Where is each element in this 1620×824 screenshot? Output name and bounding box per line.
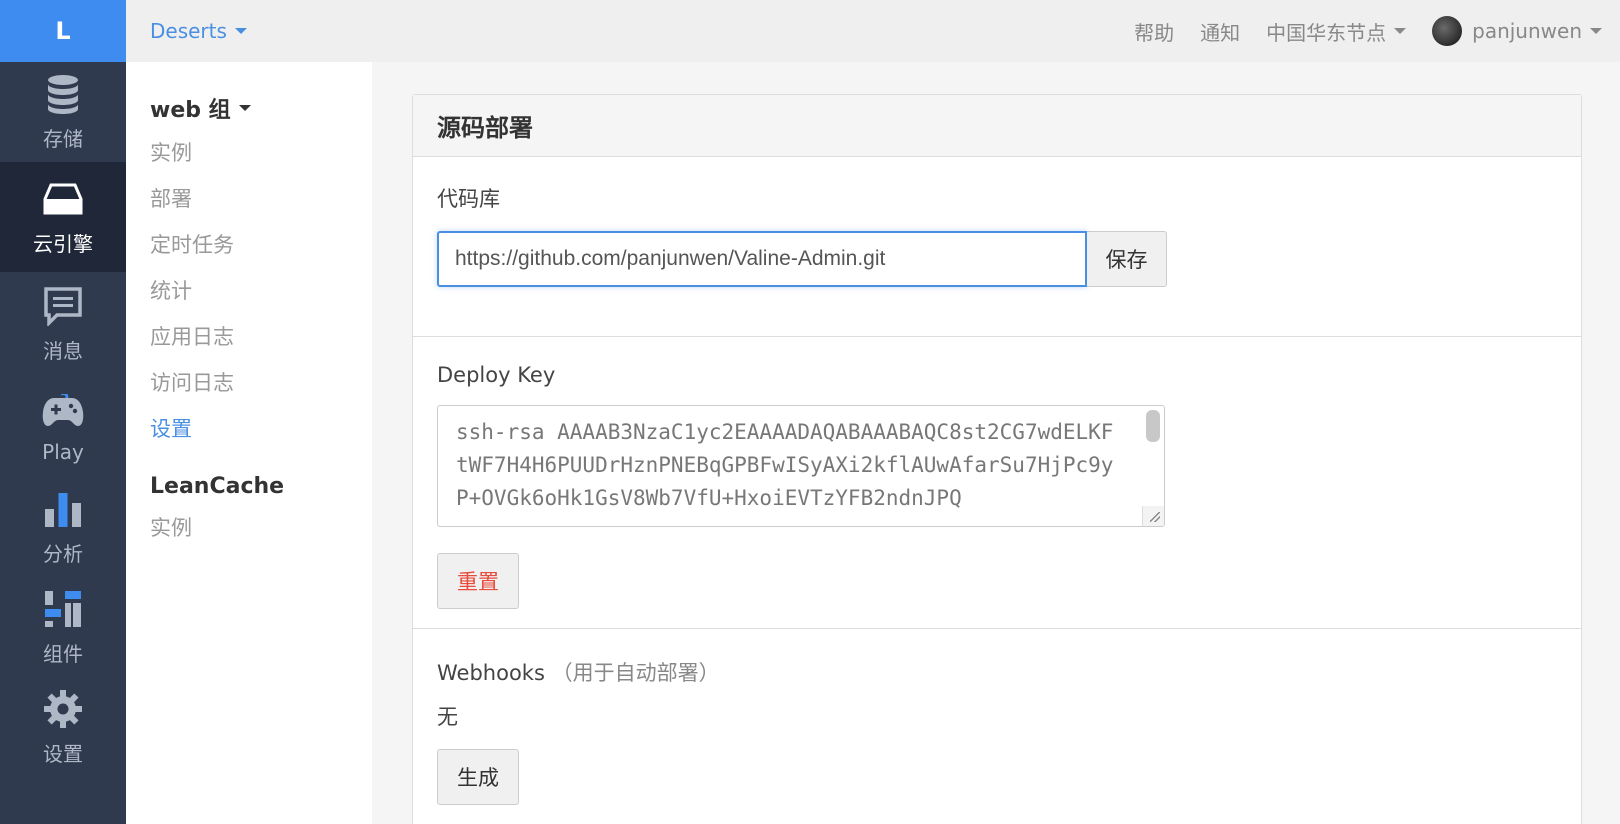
repo-label: 代码库 <box>437 187 500 211</box>
gear-icon <box>42 688 84 730</box>
scrollbar-thumb[interactable] <box>1146 410 1160 442</box>
deploy-key-text: ssh-rsa AAAAB3NzaC1yc2EAAAADAQABAAABAQC8… <box>456 420 1114 510</box>
subnav-item-app-logs[interactable]: 应用日志 <box>150 314 372 360</box>
rail-label: 组件 <box>43 641 83 666</box>
rail-item-settings[interactable]: 设置 <box>0 677 126 777</box>
caret-down-icon <box>238 105 251 111</box>
user-menu[interactable]: panjunwen <box>1432 16 1602 46</box>
repo-input-group: 保存 <box>437 231 1557 287</box>
help-link[interactable]: 帮助 <box>1134 17 1174 46</box>
rail-label: Play <box>42 440 84 464</box>
subnav-item-leancache-instances[interactable]: 实例 <box>150 505 372 551</box>
region-label: 中国华东节点 <box>1266 20 1387 45</box>
webhooks-value: 无 <box>437 705 458 729</box>
save-button[interactable]: 保存 <box>1087 231 1167 287</box>
caret-down-icon <box>1394 28 1407 34</box>
components-icon <box>42 588 84 630</box>
notify-link[interactable]: 通知 <box>1200 17 1240 46</box>
avatar <box>1432 16 1463 46</box>
bar-chart-icon <box>42 488 84 530</box>
webhooks-hint: （用于自动部署） <box>551 661 720 685</box>
top-right-nav: 帮助 通知 中国华东节点 panjunwen <box>1108 16 1620 46</box>
rail-label: 设置 <box>43 741 83 766</box>
server-icon <box>42 178 84 220</box>
rail-item-analytics[interactable]: 分析 <box>0 477 126 577</box>
deploy-key-label: Deploy Key <box>437 363 556 387</box>
panel-title: 源码部署 <box>413 95 1581 157</box>
main-content: 源码部署 代码库 保存 Deploy Key ssh-rsa AAAAB3Nza… <box>372 62 1620 824</box>
subnav-item-stats[interactable]: 统计 <box>150 268 372 314</box>
message-icon <box>42 285 84 327</box>
source-deploy-panel: 源码部署 代码库 保存 Deploy Key ssh-rsa AAAAB3Nza… <box>412 94 1582 824</box>
caret-down-icon <box>234 28 247 34</box>
reset-button[interactable]: 重置 <box>437 553 519 609</box>
region-switcher[interactable]: 中国华东节点 <box>1266 17 1407 46</box>
rail-item-storage[interactable]: 存储 <box>0 62 126 162</box>
app-name: Deserts <box>150 19 227 43</box>
rail-label: 存储 <box>43 126 83 151</box>
webhooks-section: Webhooks （用于自动部署） 无 生成 <box>413 629 1581 805</box>
resize-handle-icon[interactable] <box>1142 506 1164 526</box>
top-bar: Deserts 帮助 通知 中国华东节点 panjunwen <box>126 0 1620 62</box>
group-title-leancache: LeanCache <box>150 474 285 499</box>
repo-url-input[interactable] <box>437 231 1087 287</box>
rail-label: 消息 <box>43 339 83 363</box>
group-switcher-web[interactable]: web 组 <box>150 92 372 124</box>
database-icon <box>42 73 84 115</box>
webhooks-title: Webhooks <box>437 661 545 685</box>
rail-item-cloud-engine[interactable]: 云引擎 <box>0 162 126 272</box>
rail-item-message[interactable]: 消息 <box>0 272 126 377</box>
group-title: web 组 <box>150 98 231 123</box>
gamepad-icon <box>42 390 84 432</box>
generate-button[interactable]: 生成 <box>437 749 519 805</box>
username: panjunwen <box>1472 19 1582 43</box>
logo[interactable]: L <box>0 0 126 62</box>
deploy-key-textarea[interactable]: ssh-rsa AAAAB3NzaC1yc2EAAAADAQABAAABAQC8… <box>437 405 1165 527</box>
subnav-item-deploy[interactable]: 部署 <box>150 176 372 222</box>
right-edge <box>1612 62 1620 824</box>
subnav-item-settings[interactable]: 设置 <box>150 406 372 452</box>
app-rail: L 存储 云引擎 消息 Play 分析 组件 设置 <box>0 0 126 824</box>
rail-label: 分析 <box>43 541 83 566</box>
webhooks-label: Webhooks （用于自动部署） <box>437 657 1557 687</box>
subnav-item-access-logs[interactable]: 访问日志 <box>150 360 372 406</box>
sub-sidebar: web 组 实例 部署 定时任务 统计 应用日志 访问日志 设置 LeanCac… <box>126 62 372 824</box>
deploy-key-section: Deploy Key ssh-rsa AAAAB3NzaC1yc2EAAAADA… <box>413 337 1581 629</box>
app-switcher[interactable]: Deserts <box>150 19 247 43</box>
subnav-item-cron[interactable]: 定时任务 <box>150 222 372 268</box>
rail-label: 云引擎 <box>33 231 93 256</box>
repo-section: 代码库 保存 <box>413 157 1581 337</box>
rail-item-components[interactable]: 组件 <box>0 577 126 677</box>
caret-down-icon <box>1590 28 1602 34</box>
subnav-item-instances[interactable]: 实例 <box>150 130 372 176</box>
rail-item-play[interactable]: Play <box>0 377 126 477</box>
